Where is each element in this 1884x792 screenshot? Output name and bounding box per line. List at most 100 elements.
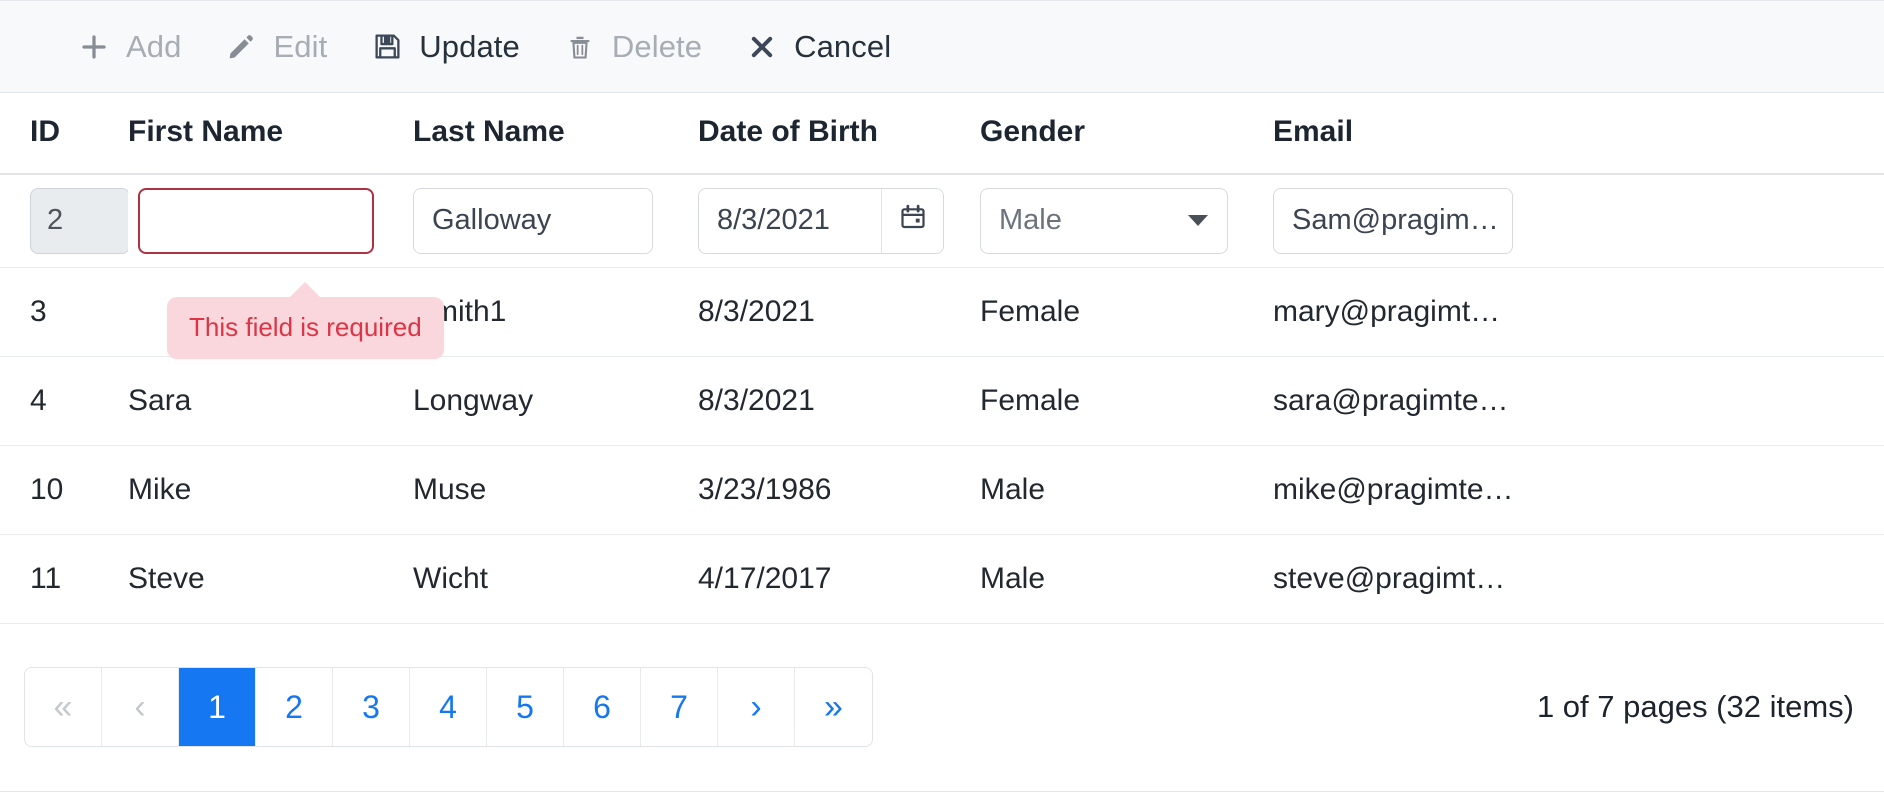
pager-page-1[interactable]: 1 <box>179 668 256 746</box>
pager-next-button[interactable]: › <box>718 668 795 746</box>
table-body: 2 Galloway 8/3/2021 <box>0 174 1884 623</box>
table-header: ID First Name Last Name Date of Birth Ge… <box>0 93 1884 174</box>
cell-email: mary@pragimt… <box>1273 267 1884 356</box>
edit-button[interactable]: Edit <box>203 23 349 71</box>
cell-gender: Male <box>980 534 1273 623</box>
pager-page-2[interactable]: 2 <box>256 668 333 746</box>
table-row[interactable]: 11 Steve Wicht 4/17/2017 Male steve@prag… <box>0 534 1884 623</box>
id-field: 2 <box>30 188 128 254</box>
pager-last-button[interactable]: » <box>795 668 872 746</box>
pager-info: 1 of 7 pages (32 items) <box>1537 689 1854 725</box>
gender-dropdown[interactable]: Male <box>980 188 1228 254</box>
pager-prev-button[interactable]: ‹ <box>102 668 179 746</box>
cell-email: sara@pragimte… <box>1273 356 1884 445</box>
cell-dob-text: 4/17/2017 <box>698 562 980 596</box>
cell-last-name: Wicht <box>413 534 698 623</box>
last-name-input[interactable]: Galloway <box>413 188 653 254</box>
pager-bar: « ‹ 1 2 3 4 5 6 7 › » 1 of 7 pages (32 i… <box>0 624 1884 792</box>
data-grid: Add Edit Update <box>0 0 1884 792</box>
cell-email-text: steve@pragimt… <box>1273 562 1884 596</box>
validation-tooltip: This field is required <box>167 297 444 359</box>
edit-button-label: Edit <box>273 29 327 65</box>
edit-cell-first-name <box>128 174 413 267</box>
pager-page-5[interactable]: 5 <box>487 668 564 746</box>
pager-page-7[interactable]: 7 <box>641 668 718 746</box>
cell-dob-text: 8/3/2021 <box>698 384 980 418</box>
cell-email-text: mike@pragimte… <box>1273 473 1884 507</box>
cell-last-name-text: Wicht <box>413 562 698 596</box>
cell-email: steve@pragimt… <box>1273 534 1884 623</box>
edit-cell-last-name: Galloway <box>413 174 698 267</box>
date-of-birth-input[interactable]: 8/3/2021 <box>699 189 881 253</box>
update-button[interactable]: Update <box>349 23 542 71</box>
pagination: « ‹ 1 2 3 4 5 6 7 › » <box>24 667 873 747</box>
pager-page-6[interactable]: 6 <box>564 668 641 746</box>
plus-icon <box>78 31 110 63</box>
cell-gender-text: Male <box>980 473 1273 507</box>
cell-first-name-text: Steve <box>128 562 413 596</box>
cell-date-of-birth: 4/17/2017 <box>698 534 980 623</box>
cell-first-name: Steve <box>128 534 413 623</box>
cell-id: 3 <box>0 267 128 356</box>
pager-page-4[interactable]: 4 <box>410 668 487 746</box>
cancel-button[interactable]: Cancel <box>724 23 913 71</box>
column-header-date-of-birth[interactable]: Date of Birth <box>698 93 980 174</box>
edit-cell-gender: Male <box>980 174 1273 267</box>
trash-icon <box>564 31 596 63</box>
cell-last-name-text: Muse <box>413 473 698 507</box>
pager-page-3[interactable]: 3 <box>333 668 410 746</box>
header-row: ID First Name Last Name Date of Birth Ge… <box>0 93 1884 174</box>
chevron-down-icon <box>1187 212 1209 230</box>
column-header-id[interactable]: ID <box>0 93 128 174</box>
calendar-icon <box>899 203 927 239</box>
add-button-label: Add <box>126 29 181 65</box>
update-button-label: Update <box>419 29 520 65</box>
email-input[interactable]: Sam@pragim… <box>1273 188 1513 254</box>
cell-first-name-text: Mike <box>128 473 413 507</box>
cell-last-name: Muse <box>413 445 698 534</box>
cell-date-of-birth: 8/3/2021 <box>698 356 980 445</box>
add-button[interactable]: Add <box>56 23 203 71</box>
cell-gender-text: Female <box>980 295 1273 329</box>
table-row[interactable]: 4 Sara Longway 8/3/2021 Female sara@prag… <box>0 356 1884 445</box>
cell-id: 11 <box>0 534 128 623</box>
delete-button-label: Delete <box>612 29 702 65</box>
column-header-gender[interactable]: Gender <box>980 93 1273 174</box>
first-name-input[interactable] <box>138 188 374 254</box>
pager-first-button[interactable]: « <box>25 668 102 746</box>
cancel-button-label: Cancel <box>794 29 891 65</box>
calendar-button[interactable] <box>881 189 943 253</box>
cell-gender-text: Male <box>980 562 1273 596</box>
cell-gender-text: Female <box>980 384 1273 418</box>
cell-gender: Male <box>980 445 1273 534</box>
cell-first-name: Mike <box>128 445 413 534</box>
cell-dob-text: 8/3/2021 <box>698 295 980 329</box>
cell-date-of-birth: 3/23/1986 <box>698 445 980 534</box>
table-row-editing: 2 Galloway 8/3/2021 <box>0 174 1884 267</box>
cell-first-name: Sara <box>128 356 413 445</box>
edit-cell-email: Sam@pragim… <box>1273 174 1884 267</box>
cell-email-text: sara@pragimte… <box>1273 384 1884 418</box>
delete-button[interactable]: Delete <box>542 23 724 71</box>
cell-id: 4 <box>0 356 128 445</box>
cell-email: mike@pragimte… <box>1273 445 1884 534</box>
cell-dob-text: 3/23/1986 <box>698 473 980 507</box>
cell-email-text: mary@pragimt… <box>1273 295 1884 329</box>
cell-first-name-text: Sara <box>128 384 413 418</box>
close-icon <box>746 31 778 63</box>
column-header-last-name[interactable]: Last Name <box>413 93 698 174</box>
column-header-email[interactable]: Email <box>1273 93 1884 174</box>
cell-last-name: Smith1 <box>413 267 698 356</box>
cell-id: 10 <box>0 445 128 534</box>
cell-gender: Female <box>980 267 1273 356</box>
date-of-birth-picker[interactable]: 8/3/2021 <box>698 188 944 254</box>
cell-last-name: Longway <box>413 356 698 445</box>
cell-gender: Female <box>980 356 1273 445</box>
column-header-first-name[interactable]: First Name <box>128 93 413 174</box>
cell-last-name-text: Smith1 <box>413 295 698 329</box>
edit-cell-id: 2 <box>0 174 128 267</box>
table-row[interactable]: 10 Mike Muse 3/23/1986 Male mike@pragimt… <box>0 445 1884 534</box>
cell-date-of-birth: 8/3/2021 <box>698 267 980 356</box>
pencil-icon <box>225 31 257 63</box>
grid-toolbar: Add Edit Update <box>0 1 1884 93</box>
